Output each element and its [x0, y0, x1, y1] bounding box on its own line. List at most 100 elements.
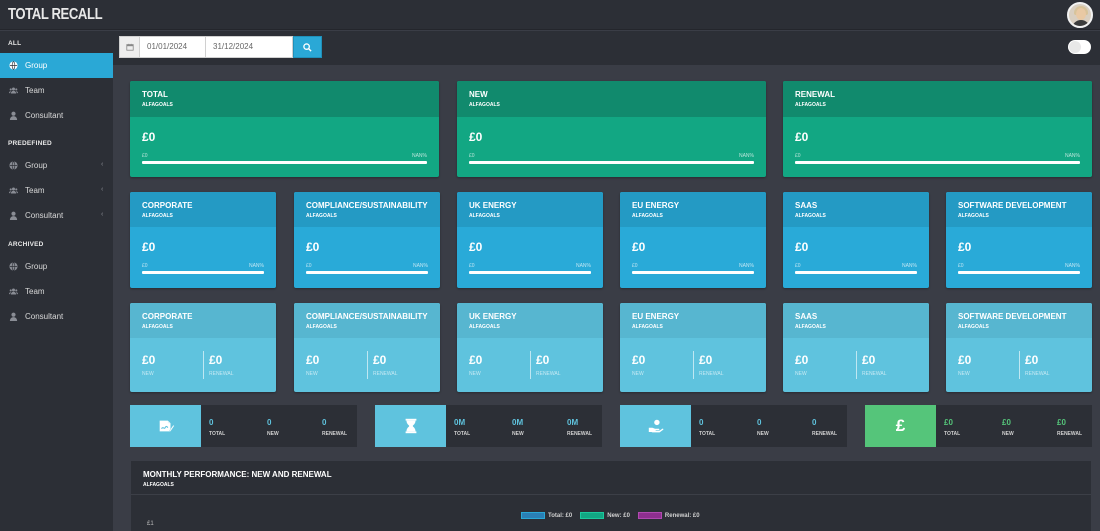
panel-title: MONTHLY PERFORMANCE: NEW AND RENEWAL	[143, 470, 332, 479]
search-button[interactable]	[293, 36, 322, 58]
legend-swatch[interactable]	[637, 512, 662, 519]
sidebar-item-all-group[interactable]: Group	[0, 53, 113, 78]
kpi-card-new[interactable]: NEW ALFAGOALS £0 £0 NAN%	[457, 81, 766, 177]
renewal-label: RENEWAL	[1025, 371, 1050, 377]
stat-panel: £ £0 TOTAL £0 NEW £0 RENEWAL	[865, 405, 1092, 447]
sidebar-item-label: Group	[25, 61, 48, 70]
stat-label: NEW	[267, 431, 279, 437]
hand-coin-icon	[620, 405, 691, 447]
stat-label: TOTAL	[209, 431, 226, 437]
sidebar-item-archived-team[interactable]: Team	[0, 279, 113, 304]
card-title: SOFTWARE DEVELOPMENT	[958, 201, 1067, 210]
globe-icon	[9, 161, 25, 170]
users-icon	[9, 287, 25, 296]
calendar-icon[interactable]	[120, 37, 140, 57]
chevron-left-icon: ‹	[101, 186, 104, 193]
filter-bar: 01/01/2024 31/12/2024	[113, 31, 1100, 65]
progress-min-label: £0	[469, 263, 475, 269]
progress-bar	[958, 271, 1080, 274]
sector-card[interactable]: CORPORATE ALFAGOALS £0 £0 NAN%	[130, 192, 276, 288]
progress-percent: NAN%	[412, 263, 428, 269]
sidebar-item-predefined-group[interactable]: Group ‹	[0, 153, 113, 178]
users-icon	[9, 186, 25, 195]
sidebar-item-label: Team	[25, 287, 45, 296]
sidebar-item-archived-consultant[interactable]: Consultant	[0, 304, 113, 329]
user-icon	[9, 312, 25, 321]
sector-card[interactable]: UK ENERGY ALFAGOALS £0 £0 NAN%	[457, 192, 603, 288]
progress-percent: NAN%	[738, 153, 754, 159]
card-title: EU ENERGY	[632, 312, 680, 321]
progress-bar	[795, 161, 1080, 164]
search-icon	[303, 42, 312, 52]
users-icon	[9, 86, 25, 95]
sidebar-item-predefined-consultant[interactable]: Consultant ‹	[0, 203, 113, 228]
signature-icon	[130, 405, 201, 447]
pound-icon: £	[865, 405, 936, 447]
stat-value: 0	[812, 418, 817, 427]
stat-label: TOTAL	[699, 431, 716, 437]
card-subtitle: ALFAGOALS	[632, 213, 663, 219]
sidebar-header-archived: ARCHIVED	[8, 241, 44, 248]
new-label: NEW	[632, 371, 644, 377]
sector-card[interactable]: SOFTWARE DEVELOPMENT ALFAGOALS £0 £0 NAN%	[946, 192, 1092, 288]
sidebar-item-predefined-team[interactable]: Team ‹	[0, 178, 113, 203]
card-title: UK ENERGY	[469, 312, 517, 321]
dark-mode-toggle[interactable]	[1068, 40, 1091, 54]
chevron-left-icon: ‹	[101, 211, 104, 218]
progress-bar	[469, 161, 754, 164]
progress-bar	[306, 271, 428, 274]
renewal-label: RENEWAL	[862, 371, 887, 377]
divider	[693, 351, 694, 379]
stat-panel: 0 TOTAL 0 NEW 0 RENEWAL	[620, 405, 847, 447]
sidebar-item-label: Consultant	[25, 211, 64, 220]
card-subtitle: ALFAGOALS	[306, 213, 337, 219]
sidebar-item-label: Group	[25, 161, 48, 170]
top-bar: TOTAL RECALL	[0, 0, 1100, 30]
date-range-picker[interactable]: 01/01/2024 31/12/2024	[119, 36, 293, 58]
card-subtitle: ALFAGOALS	[795, 213, 826, 219]
kpi-card-total[interactable]: TOTAL ALFAGOALS £0 £0 NAN%	[130, 81, 439, 177]
legend-label: New: £0	[607, 512, 630, 519]
sector-card[interactable]: EU ENERGY ALFAGOALS £0 £0 NAN%	[620, 192, 766, 288]
kpi-card-renewal[interactable]: RENEWAL ALFAGOALS £0 £0 NAN%	[783, 81, 1092, 177]
sidebar-item-archived-group[interactable]: Group	[0, 254, 113, 279]
renewal-value: £0	[1025, 353, 1039, 367]
y-axis-tick: £1	[147, 521, 154, 527]
card-title: RENEWAL	[795, 90, 835, 99]
user-icon	[9, 211, 25, 220]
split-card[interactable]: SAAS ALFAGOALS £0 £0 NEW RENEWAL	[783, 303, 929, 392]
progress-percent: NAN%	[1064, 263, 1080, 269]
user-avatar[interactable]	[1067, 2, 1093, 28]
sidebar-item-all-consultant[interactable]: Consultant	[0, 103, 113, 128]
legend-swatch[interactable]	[521, 512, 545, 519]
progress-min-label: £0	[142, 263, 148, 269]
stat-value: 0	[757, 418, 762, 427]
split-card[interactable]: SOFTWARE DEVELOPMENT ALFAGOALS £0 £0 NEW RENE…	[946, 303, 1092, 392]
split-card[interactable]: UK ENERGY ALFAGOALS £0 £0 NEW RENEWAL	[457, 303, 603, 392]
new-value: £0	[306, 353, 320, 367]
end-date-input[interactable]: 31/12/2024	[213, 42, 293, 51]
new-label: NEW	[142, 371, 154, 377]
renewal-label: RENEWAL	[536, 371, 561, 377]
card-subtitle: ALFAGOALS	[142, 324, 173, 330]
stat-value: 0	[699, 418, 704, 427]
stat-panel: 0 TOTAL 0 NEW 0 RENEWAL	[130, 405, 357, 447]
progress-bar	[142, 161, 427, 164]
start-date-input[interactable]: 01/01/2024	[147, 42, 207, 51]
app-logo[interactable]: TOTAL RECALL	[8, 6, 103, 24]
split-card[interactable]: COMPLIANCE/SUSTAINABILITY ALFAGOALS £0 £0 NE…	[294, 303, 440, 392]
legend-swatch[interactable]	[580, 512, 605, 519]
sidebar-item-all-team[interactable]: Team	[0, 78, 113, 103]
stat-label: NEW	[512, 431, 524, 437]
split-card[interactable]: CORPORATE ALFAGOALS £0 £0 NEW RENEWAL	[130, 303, 276, 392]
sector-card[interactable]: SAAS ALFAGOALS £0 £0 NAN%	[783, 192, 929, 288]
card-subtitle: ALFAGOALS	[795, 324, 826, 330]
progress-bar	[632, 271, 754, 274]
sidebar-header-predefined: PREDEFINED	[8, 140, 52, 147]
split-card[interactable]: EU ENERGY ALFAGOALS £0 £0 NEW RENEWAL	[620, 303, 766, 392]
renewal-label: RENEWAL	[373, 371, 398, 377]
sector-card[interactable]: COMPLIANCE/SUSTAINABILITY ALFAGOALS £0 £0 NA…	[294, 192, 440, 288]
stat-label: RENEWAL	[567, 431, 592, 437]
progress-min-label: £0	[469, 153, 475, 159]
stat-panel: 0M TOTAL 0M NEW 0M RENEWAL	[375, 405, 602, 447]
